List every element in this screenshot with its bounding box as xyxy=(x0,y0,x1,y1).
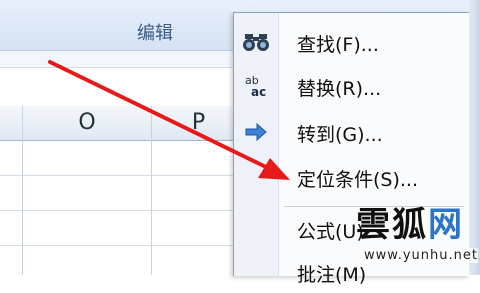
watermark-brand: 雲狐 xyxy=(356,205,428,245)
watermark-url: www.yunhu.net xyxy=(364,248,478,263)
watermark-net: 网 xyxy=(428,205,464,245)
watermark-logo: 雲狐网 xyxy=(356,197,464,246)
